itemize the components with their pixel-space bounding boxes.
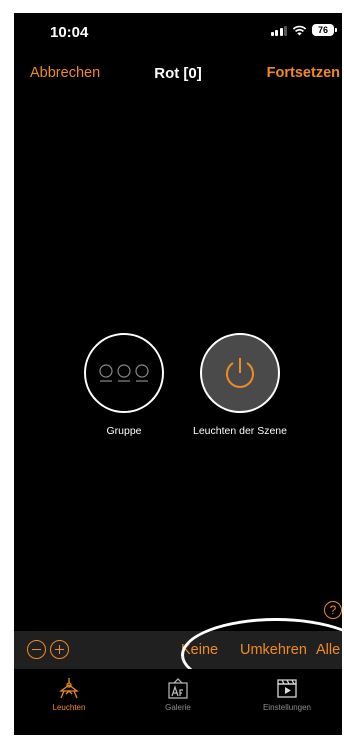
continue-button[interactable]: Fortsetzen [267,65,340,81]
status-time: 10:04 [50,24,89,41]
group-label: Gruppe [106,425,142,437]
tab-leuchten[interactable]: Leuchten [14,677,124,712]
select-all-button[interactable]: Alle [316,642,340,658]
selection-toolbar: Keine Umkehren Alle [14,631,342,669]
tab-label-einstellungen: Einstellungen [262,703,312,712]
lamp-icon [59,678,79,699]
gallery-icon [168,678,188,699]
power-icon [226,358,254,388]
tab-bar: Leuchten Galerie Einstellungen [14,669,342,735]
tab-einstellungen[interactable]: Einstellungen [232,677,342,712]
scene-power-button[interactable] [200,333,280,413]
tab-label-galerie: Galerie [165,703,191,712]
scene-label: Leuchten der Szene [193,425,287,437]
battery-icon: 76 [312,24,337,36]
plus-circle-icon[interactable] [50,640,69,659]
invert-selection-button[interactable]: Umkehren [240,642,307,658]
signal-icon [270,25,287,36]
group-button[interactable] [84,333,164,413]
select-none-button[interactable]: Keine [181,642,218,658]
group-tile[interactable]: Gruppe [74,333,174,437]
group-icon [99,364,149,382]
scene-tile[interactable]: Leuchten der Szene [190,333,290,437]
minus-circle-icon[interactable] [27,640,46,659]
clapper-icon [277,679,297,698]
wifi-icon [292,25,307,35]
help-icon[interactable]: ? [324,601,342,619]
tab-galerie[interactable]: Galerie [123,677,233,712]
app-screen: 10:04 76 Abbrechen Rot [0] Fortsetzen Gr… [14,13,342,735]
tab-label-leuchten: Leuchten [52,703,86,712]
status-icons: 76 [270,24,337,36]
